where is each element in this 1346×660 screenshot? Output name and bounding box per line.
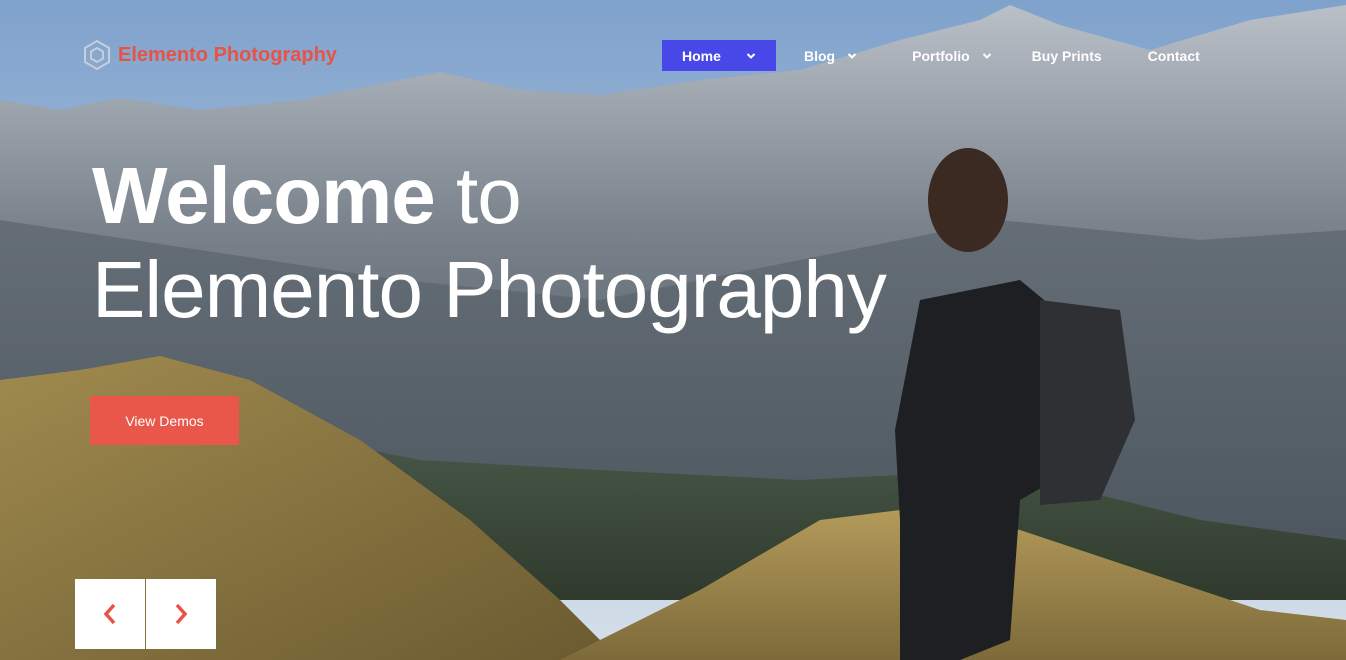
site-header: Elemento Photography Home Blog Portfolio bbox=[0, 0, 1346, 110]
hero-title: Welcome to bbox=[92, 150, 522, 242]
hero-subtitle: Elemento Photography bbox=[92, 245, 887, 334]
nav-item-home[interactable]: Home bbox=[662, 40, 776, 71]
nav-item-blog[interactable]: Blog bbox=[804, 40, 857, 71]
slider-prev-button[interactable] bbox=[75, 579, 145, 649]
chevron-down-icon bbox=[982, 52, 991, 59]
nav-item-label: Buy Prints bbox=[1031, 47, 1102, 64]
brand-logo[interactable]: Elemento Photography bbox=[84, 40, 337, 70]
nav-item-label: Blog bbox=[804, 47, 836, 64]
chevron-down-icon bbox=[746, 52, 756, 59]
nav-item-portfolio[interactable]: Portfolio bbox=[912, 40, 992, 71]
chevron-down-icon bbox=[847, 52, 857, 59]
chevron-left-icon bbox=[103, 603, 116, 625]
hexagon-logo-icon bbox=[84, 40, 110, 70]
nav-item-label: Home bbox=[682, 47, 721, 64]
slider-next-button[interactable] bbox=[146, 579, 216, 649]
view-demos-button[interactable]: View Demos bbox=[90, 396, 239, 445]
main-navigation: Home Blog Portfolio Buy Prints Contact bbox=[662, 40, 1200, 71]
slider-navigation bbox=[75, 579, 216, 649]
nav-item-contact[interactable]: Contact bbox=[1148, 40, 1200, 71]
hero-title-bold: Welcome bbox=[92, 151, 436, 240]
hero-section: Elemento Photography Home Blog Portfolio bbox=[0, 0, 1346, 660]
nav-item-buy-prints[interactable]: Buy Prints bbox=[1032, 40, 1102, 71]
brand-name: Elemento Photography bbox=[118, 43, 337, 66]
chevron-right-icon bbox=[175, 603, 188, 625]
nav-item-label: Contact bbox=[1147, 47, 1200, 64]
nav-item-label: Portfolio bbox=[912, 47, 970, 64]
hero-title-light: to bbox=[434, 151, 522, 240]
